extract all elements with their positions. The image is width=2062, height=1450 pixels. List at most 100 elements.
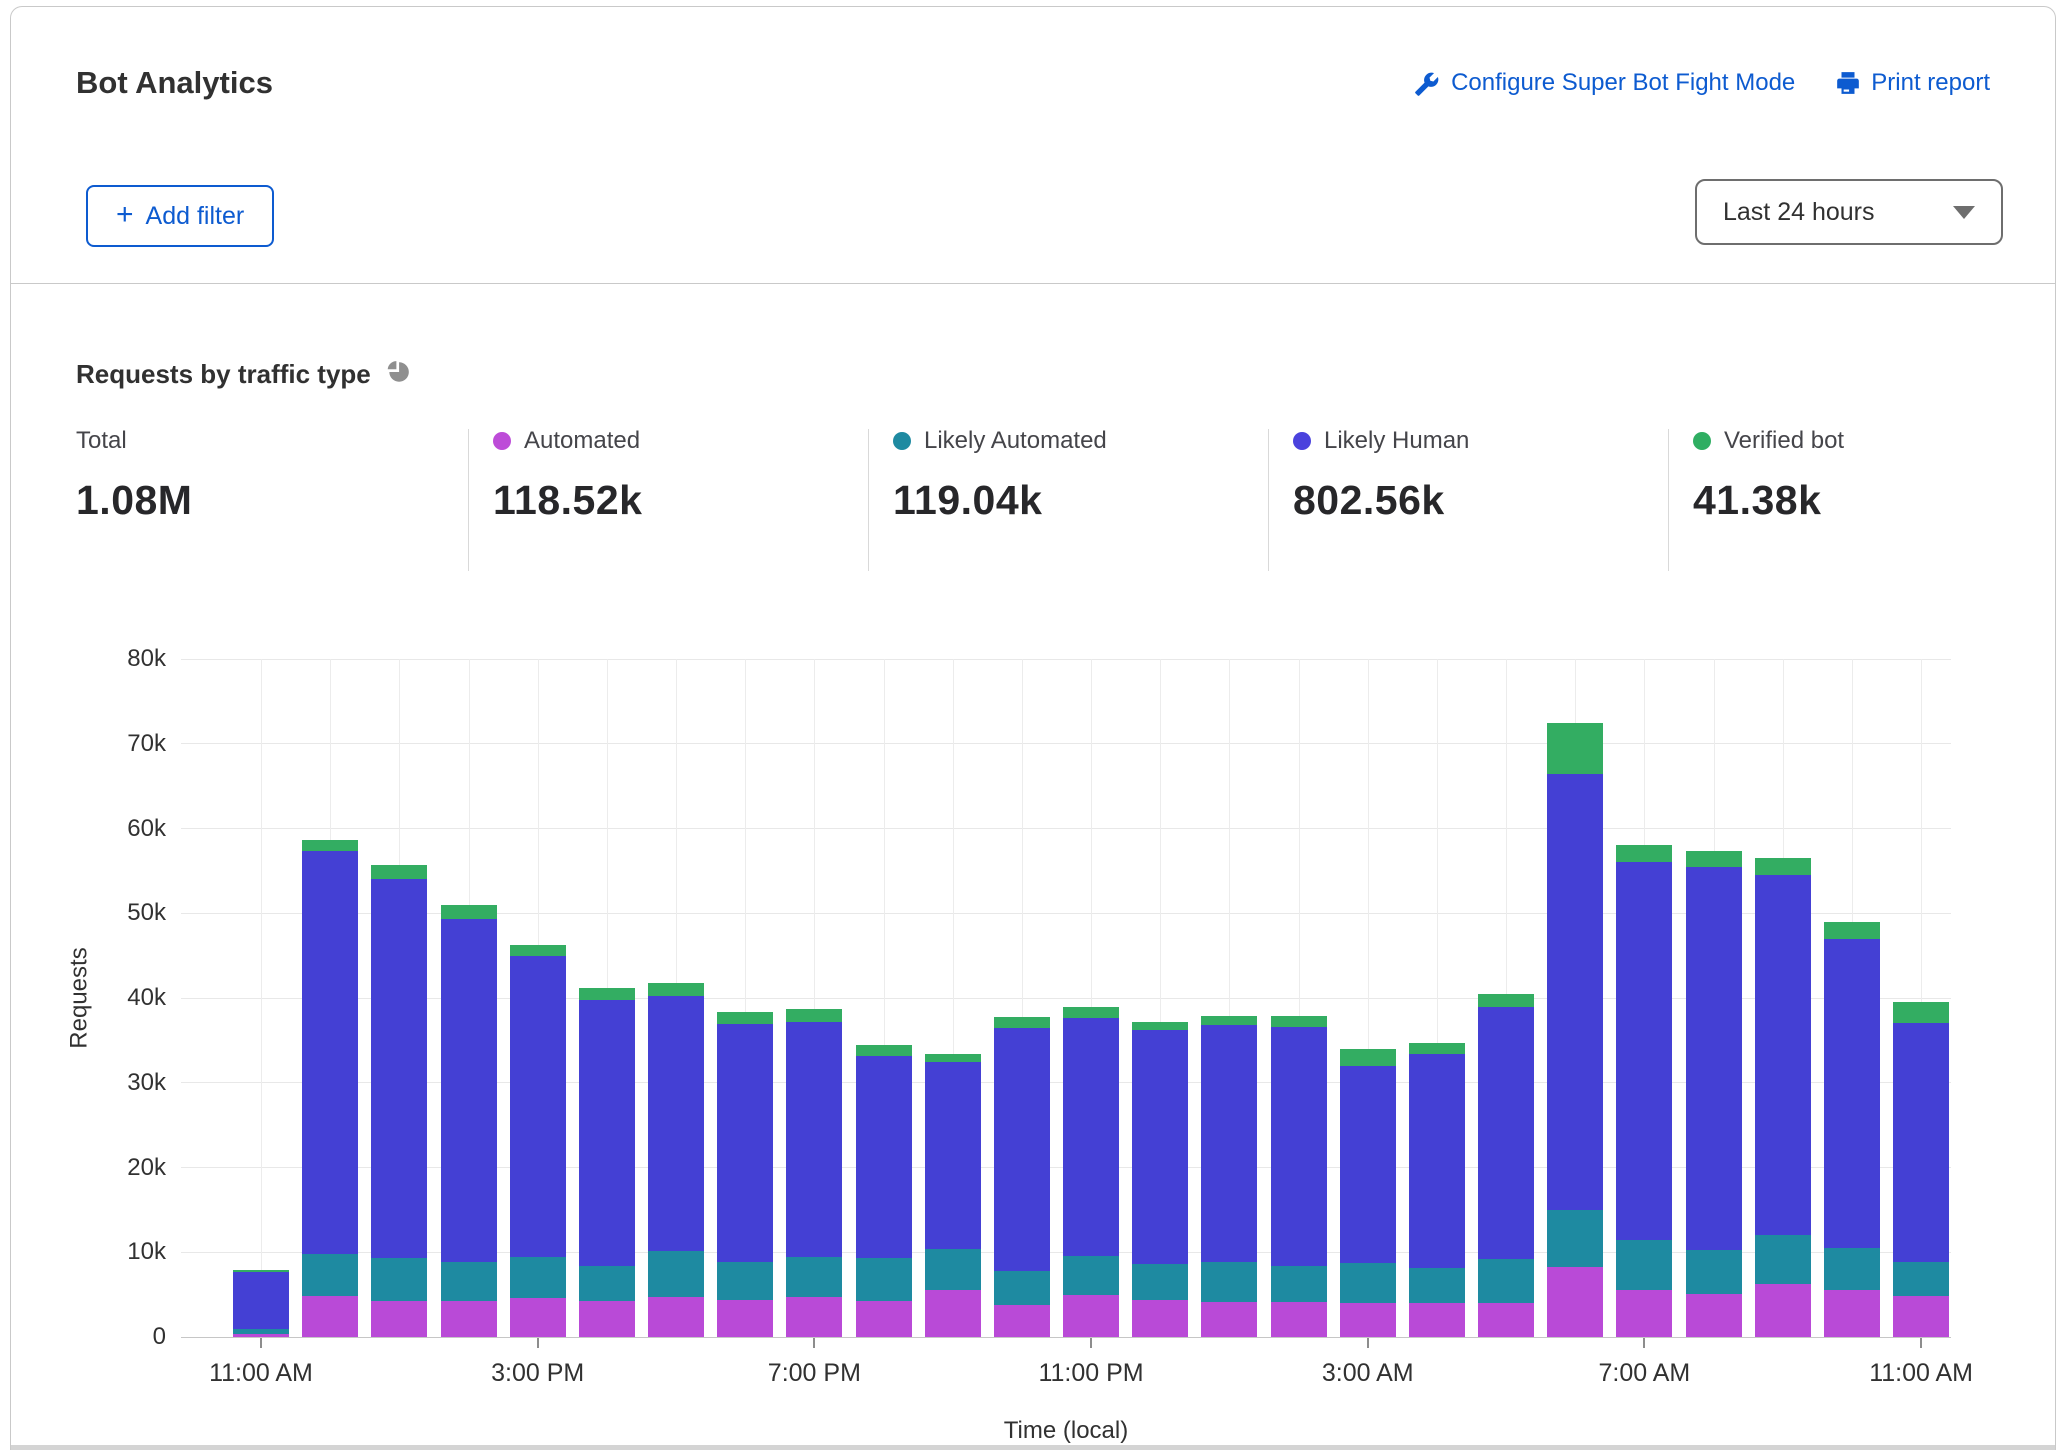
segment-automated[interactable] <box>1201 1302 1257 1337</box>
segment-verified-bot[interactable] <box>579 988 635 1000</box>
segment-automated[interactable] <box>1893 1296 1949 1337</box>
segment-likely-automated[interactable] <box>1132 1264 1188 1300</box>
segment-verified-bot[interactable] <box>1686 851 1742 867</box>
segment-automated[interactable] <box>717 1300 773 1337</box>
segment-verified-bot[interactable] <box>1824 922 1880 939</box>
segment-verified-bot[interactable] <box>510 945 566 956</box>
configure-super-bot-fight-mode-link[interactable]: Configure Super Bot Fight Mode <box>1414 69 1795 97</box>
segment-verified-bot[interactable] <box>1547 723 1603 775</box>
segment-likely-human[interactable] <box>1755 875 1811 1235</box>
segment-likely-automated[interactable] <box>1686 1250 1742 1294</box>
segment-verified-bot[interactable] <box>302 840 358 851</box>
segment-likely-human[interactable] <box>1824 939 1880 1248</box>
segment-likely-human[interactable] <box>1547 774 1603 1210</box>
segment-verified-bot[interactable] <box>925 1054 981 1062</box>
segment-verified-bot[interactable] <box>1063 1007 1119 1017</box>
segment-likely-automated[interactable] <box>579 1266 635 1302</box>
segment-likely-automated[interactable] <box>1755 1235 1811 1284</box>
bar-2-00-pm[interactable] <box>441 905 497 1337</box>
segment-likely-human[interactable] <box>1409 1054 1465 1268</box>
segment-likely-human[interactable] <box>1201 1025 1257 1261</box>
segment-likely-automated[interactable] <box>856 1258 912 1301</box>
bar-11-00-am[interactable] <box>233 1270 289 1337</box>
segment-likely-human[interactable] <box>233 1272 289 1329</box>
bar-11-00-am[interactable] <box>1893 1002 1949 1337</box>
segment-likely-automated[interactable] <box>1409 1268 1465 1304</box>
segment-verified-bot[interactable] <box>1893 1002 1949 1023</box>
segment-likely-automated[interactable] <box>648 1251 704 1297</box>
segment-likely-automated[interactable] <box>1201 1262 1257 1303</box>
segment-likely-automated[interactable] <box>302 1254 358 1296</box>
segment-verified-bot[interactable] <box>786 1009 842 1022</box>
segment-verified-bot[interactable] <box>1271 1016 1327 1027</box>
add-filter-button[interactable]: + Add filter <box>86 185 274 247</box>
print-report-link[interactable]: Print report <box>1835 69 1990 97</box>
segment-verified-bot[interactable] <box>648 983 704 997</box>
segment-likely-human[interactable] <box>856 1056 912 1259</box>
bar-3-00-pm[interactable] <box>510 945 566 1337</box>
segment-automated[interactable] <box>1824 1290 1880 1337</box>
segment-likely-human[interactable] <box>371 879 427 1258</box>
bar-6-00-am[interactable] <box>1547 723 1603 1337</box>
bar-1-00-am[interactable] <box>1201 1016 1257 1337</box>
segment-verified-bot[interactable] <box>233 1270 289 1272</box>
segment-likely-automated[interactable] <box>786 1257 842 1297</box>
segment-likely-human[interactable] <box>717 1024 773 1261</box>
segment-likely-human[interactable] <box>1340 1066 1396 1263</box>
bar-9-00-am[interactable] <box>1755 858 1811 1337</box>
bar-12-00-am[interactable] <box>1132 1022 1188 1337</box>
bar-5-00-pm[interactable] <box>648 983 704 1337</box>
segment-likely-human[interactable] <box>1893 1023 1949 1262</box>
segment-likely-automated[interactable] <box>925 1249 981 1291</box>
bar-12-00-pm[interactable] <box>302 840 358 1337</box>
time-range-dropdown[interactable]: Last 24 hours <box>1695 179 2003 245</box>
segment-automated[interactable] <box>371 1301 427 1337</box>
segment-verified-bot[interactable] <box>994 1017 1050 1028</box>
bar-10-00-am[interactable] <box>1824 922 1880 1337</box>
segment-likely-automated[interactable] <box>1547 1210 1603 1267</box>
bar-6-00-pm[interactable] <box>717 1012 773 1337</box>
segment-likely-human[interactable] <box>441 919 497 1262</box>
segment-verified-bot[interactable] <box>1409 1043 1465 1054</box>
segment-likely-automated[interactable] <box>371 1258 427 1300</box>
segment-likely-human[interactable] <box>648 996 704 1251</box>
segment-likely-human[interactable] <box>1478 1007 1534 1259</box>
segment-likely-human[interactable] <box>1132 1030 1188 1264</box>
bar-4-00-pm[interactable] <box>579 988 635 1337</box>
segment-likely-automated[interactable] <box>717 1262 773 1300</box>
segment-likely-automated[interactable] <box>1063 1256 1119 1296</box>
segment-verified-bot[interactable] <box>1478 994 1534 1008</box>
segment-automated[interactable] <box>1340 1303 1396 1337</box>
segment-likely-automated[interactable] <box>1616 1240 1672 1290</box>
segment-likely-automated[interactable] <box>1893 1262 1949 1296</box>
segment-likely-human[interactable] <box>994 1028 1050 1271</box>
bar-9-00-pm[interactable] <box>925 1054 981 1337</box>
bar-8-00-am[interactable] <box>1686 851 1742 1337</box>
segment-likely-human[interactable] <box>1271 1027 1327 1266</box>
segment-automated[interactable] <box>1686 1294 1742 1337</box>
segment-automated[interactable] <box>994 1305 1050 1337</box>
segment-likely-human[interactable] <box>1686 867 1742 1250</box>
bar-5-00-am[interactable] <box>1478 994 1534 1337</box>
segment-likely-automated[interactable] <box>233 1329 289 1334</box>
segment-verified-bot[interactable] <box>1755 858 1811 875</box>
bar-1-00-pm[interactable] <box>371 865 427 1337</box>
segment-automated[interactable] <box>302 1296 358 1337</box>
segment-likely-human[interactable] <box>1616 862 1672 1240</box>
segment-automated[interactable] <box>1271 1302 1327 1337</box>
segment-likely-human[interactable] <box>786 1022 842 1258</box>
segment-automated[interactable] <box>1478 1303 1534 1337</box>
segment-verified-bot[interactable] <box>717 1012 773 1025</box>
segment-automated[interactable] <box>1409 1303 1465 1337</box>
segment-verified-bot[interactable] <box>1340 1049 1396 1066</box>
segment-verified-bot[interactable] <box>371 865 427 879</box>
bar-7-00-pm[interactable] <box>786 1009 842 1337</box>
segment-automated[interactable] <box>1755 1284 1811 1337</box>
segment-verified-bot[interactable] <box>856 1045 912 1055</box>
segment-likely-human[interactable] <box>302 851 358 1254</box>
segment-verified-bot[interactable] <box>1616 845 1672 862</box>
bar-7-00-am[interactable] <box>1616 845 1672 1337</box>
segment-automated[interactable] <box>1063 1295 1119 1337</box>
segment-automated[interactable] <box>925 1290 981 1337</box>
segment-likely-human[interactable] <box>925 1062 981 1248</box>
